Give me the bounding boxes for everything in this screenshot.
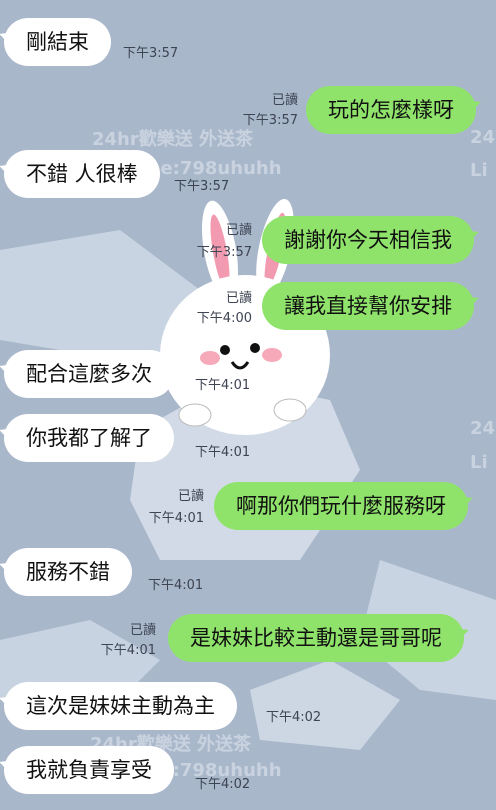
- outgoing-message-bubble[interactable]: 是妹妹比較主動還是哥哥呢: [168, 614, 464, 662]
- message-text: 剛結束: [26, 30, 89, 54]
- outgoing-message-bubble[interactable]: 玩的怎麼樣呀: [306, 86, 476, 134]
- incoming-message-bubble[interactable]: 你我都了解了: [4, 414, 174, 462]
- read-receipt: 已讀: [225, 291, 252, 306]
- read-receipt: 已讀: [129, 623, 156, 638]
- message-time: 下午4:02: [195, 777, 251, 792]
- outgoing-message-bubble[interactable]: 讓我直接幫你安排: [262, 282, 474, 330]
- message-time: 下午4:00: [196, 311, 252, 326]
- message-text: 玩的怎麼樣呀: [328, 98, 454, 122]
- message-text: 你我都了解了: [26, 426, 152, 450]
- watermark-text: Li: [470, 160, 488, 181]
- message-text: 是妹妹比較主動還是哥哥呢: [190, 626, 442, 650]
- watermark-text: 24: [470, 418, 496, 439]
- message-text: 配合這麼多次: [26, 362, 152, 386]
- message-time: 下午4:01: [100, 643, 156, 658]
- watermark-text: 24: [470, 127, 496, 148]
- message-time: 下午4:01: [148, 578, 204, 593]
- incoming-message-bubble[interactable]: 配合這麼多次: [4, 350, 174, 398]
- message-time: 下午4:01: [195, 378, 251, 393]
- message-time: 下午3:57: [123, 46, 179, 61]
- message-time: 下午4:01: [195, 445, 251, 460]
- message-text: 啊那你們玩什麼服務呀: [236, 494, 446, 518]
- message-time: 下午3:57: [174, 179, 230, 194]
- message-text: 我就負責享受: [26, 758, 152, 782]
- incoming-message-bubble[interactable]: 不錯 人很棒: [4, 150, 160, 198]
- watermark-text: 24hr歡樂送 外送茶: [92, 129, 254, 150]
- message-time: 下午3:57: [196, 245, 252, 260]
- incoming-message-bubble[interactable]: 服務不錯: [4, 548, 132, 596]
- message-text: 服務不錯: [26, 560, 110, 584]
- outgoing-message-bubble[interactable]: 啊那你們玩什麼服務呀: [214, 482, 468, 530]
- watermark-text: Li: [470, 452, 488, 473]
- message-time: 下午3:57: [242, 113, 298, 128]
- outgoing-message-bubble[interactable]: 謝謝你今天相信我: [262, 216, 474, 264]
- read-receipt: 已讀: [177, 489, 204, 504]
- message-text: 讓我直接幫你安排: [284, 294, 452, 318]
- message-time: 下午4:01: [148, 511, 204, 526]
- incoming-message-bubble[interactable]: 剛結束: [4, 18, 111, 66]
- read-receipt: 已讀: [271, 93, 298, 108]
- read-receipt: 已讀: [225, 223, 252, 238]
- message-text: 謝謝你今天相信我: [284, 228, 452, 252]
- incoming-message-bubble[interactable]: 我就負責享受: [4, 746, 174, 794]
- message-text: 不錯 人很棒: [26, 162, 138, 186]
- message-time: 下午4:02: [266, 710, 322, 725]
- message-text: 這次是妹妹主動為主: [26, 694, 215, 718]
- incoming-message-bubble[interactable]: 這次是妹妹主動為主: [4, 682, 237, 730]
